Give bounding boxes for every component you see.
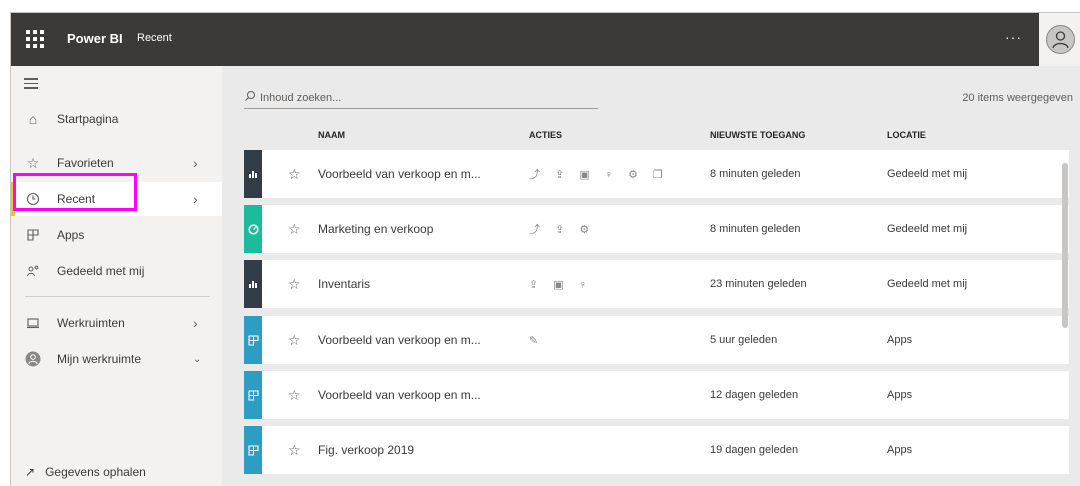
favorite-star-icon[interactable]: ☆ — [288, 276, 301, 293]
more-options-button[interactable]: ··· — [1005, 29, 1022, 45]
top-bar: Power BI Recent ··· — [11, 13, 1080, 66]
items-count: 20 items weergegeven — [962, 92, 1073, 104]
location: Gedeeld met mij — [887, 223, 968, 235]
breadcrumb: Recent — [137, 32, 172, 44]
arrow-diagonal-icon: ↗ — [25, 465, 36, 479]
sidebar-item-label: Mijn werkruimte — [57, 352, 142, 366]
last-access: 8 minuten geleden — [710, 168, 801, 180]
sidebar-item-apps[interactable]: Apps — [11, 218, 222, 252]
report-type-icon — [244, 260, 262, 308]
last-access: 8 minuten geleden — [710, 223, 801, 235]
column-header-naam[interactable]: NAAM — [318, 130, 345, 140]
table-row[interactable]: ☆ Voorbeeld van verkoop en m... ⤴ ⇪ ▣ ♀ ⚙ … — [244, 150, 1069, 198]
table-header: NAAM ACTIES NIEUWSTE TOEGANG LOCATIE — [222, 130, 1080, 146]
favorite-star-icon[interactable]: ☆ — [288, 166, 301, 183]
sidebar-item-label: Favorieten — [57, 156, 114, 170]
sidebar-divider — [25, 296, 210, 297]
item-name[interactable]: Marketing en verkoop — [318, 222, 433, 236]
sidebar-item-recent[interactable]: Recent › — [11, 182, 222, 216]
sidebar-item-label: Werkruimten — [57, 316, 125, 330]
sidebar-item-label: Gedeeld met mij — [57, 264, 145, 278]
search-input[interactable]: Inhoud zoeken... — [244, 87, 598, 109]
item-name[interactable]: Voorbeeld van verkoop en m... — [318, 333, 481, 347]
item-name[interactable]: Voorbeeld van verkoop en m... — [318, 388, 481, 402]
home-icon: ⌂ — [28, 111, 38, 127]
get-data-label: Gegevens ophalen — [45, 465, 146, 479]
workspaces-icon — [25, 315, 41, 331]
clock-icon — [25, 191, 41, 207]
location: Apps — [887, 334, 913, 346]
app-type-icon — [244, 316, 262, 364]
search-icon — [244, 90, 260, 105]
sidebar-item-label: Startpagina — [57, 112, 119, 126]
sidebar-item-startpagina[interactable]: ⌂ Startpagina — [11, 102, 222, 136]
sidebar-item-label: Recent — [57, 192, 96, 206]
sidebar: ⌂ Startpagina ☆ Favorieten › Recent › Ap… — [11, 66, 222, 486]
active-indicator — [11, 182, 15, 216]
chevron-right-icon: › — [193, 155, 198, 171]
table-row[interactable]: ☆ Voorbeeld van verkoop en m... 12 dagen g… — [244, 371, 1069, 419]
person-icon — [1052, 31, 1069, 49]
dashboard-type-icon — [244, 205, 262, 253]
item-name[interactable]: Voorbeeld van verkoop en m... — [318, 167, 481, 181]
item-name[interactable]: Inventaris — [318, 277, 370, 291]
my-workspace-icon — [25, 351, 41, 367]
app-name[interactable]: Power BI — [67, 31, 123, 46]
column-header-nieuwste-toegang[interactable]: NIEUWSTE TOEGANG — [710, 130, 805, 140]
hamburger-menu-icon[interactable] — [24, 78, 38, 92]
last-access: 5 uur geleden — [710, 334, 778, 346]
app-type-icon — [244, 426, 262, 474]
favorite-star-icon[interactable]: ☆ — [288, 387, 301, 404]
main-content: Inhoud zoeken... 20 items weergegeven NA… — [222, 66, 1080, 486]
favorite-star-icon[interactable]: ☆ — [288, 332, 301, 349]
chevron-right-icon: › — [193, 315, 198, 331]
location: Apps — [887, 444, 913, 456]
action-icons[interactable]: ⤴ ⇪ ⚙ — [529, 221, 595, 237]
chevron-down-icon: ⌄ — [193, 353, 202, 365]
location: Gedeeld met mij — [887, 168, 968, 180]
sidebar-item-favorieten[interactable]: ☆ Favorieten › — [11, 146, 222, 180]
app-type-icon — [244, 371, 262, 419]
favorite-star-icon[interactable]: ☆ — [288, 221, 301, 238]
table-row[interactable]: ☆ Marketing en verkoop ⤴ ⇪ ⚙ 8 minuten gele… — [244, 205, 1069, 253]
favorite-star-icon[interactable]: ☆ — [288, 442, 301, 459]
table-row[interactable]: ☆ Inventaris ⇪ ▣ ♀ 23 minuten geleden Gedeel… — [244, 260, 1069, 308]
avatar — [1046, 25, 1075, 54]
column-header-locatie[interactable]: LOCATIE — [887, 130, 926, 140]
location: Gedeeld met mij — [887, 278, 968, 290]
last-access: 19 dagen geleden — [710, 444, 799, 456]
sidebar-item-mijn-werkruimte[interactable]: Mijn werkruimte ⌄ — [11, 342, 222, 376]
action-icons[interactable]: ⤴ ⇪ ▣ ♀ ⚙ ❐ — [529, 166, 669, 182]
action-icons[interactable]: ✎ — [529, 334, 544, 347]
location: Apps — [887, 389, 913, 401]
get-data-link[interactable]: ↗ Gegevens ophalen — [25, 465, 146, 479]
scrollbar[interactable] — [1062, 163, 1068, 328]
star-icon: ☆ — [26, 154, 40, 171]
table-row[interactable]: ☆ Fig. verkoop 2019 19 dagen geleden Apps — [244, 426, 1069, 474]
column-header-acties: ACTIES — [529, 130, 563, 140]
last-access: 23 minuten geleden — [710, 278, 807, 290]
item-name[interactable]: Fig. verkoop 2019 — [318, 443, 414, 457]
app-frame: Power BI Recent ··· ⌂ Startpagina ☆ Favo… — [10, 12, 1080, 486]
account-button[interactable] — [1039, 13, 1080, 66]
sidebar-item-gedeeld-met-mij[interactable]: Gedeeld met mij — [11, 254, 222, 288]
report-type-icon — [244, 150, 262, 198]
apps-icon — [25, 227, 41, 243]
search-placeholder: Inhoud zoeken... — [260, 91, 342, 104]
shared-icon — [25, 263, 41, 279]
last-access: 12 dagen geleden — [710, 389, 799, 401]
action-icons[interactable]: ⇪ ▣ ♀ — [529, 278, 593, 291]
table-row[interactable]: ☆ Voorbeeld van verkoop en m... ✎ 5 uur gel… — [244, 316, 1069, 364]
sidebar-item-werkruimten[interactable]: Werkruimten › — [11, 306, 222, 340]
chevron-right-icon: › — [193, 191, 198, 207]
app-launcher-icon[interactable] — [23, 27, 45, 49]
sidebar-item-label: Apps — [57, 228, 85, 242]
